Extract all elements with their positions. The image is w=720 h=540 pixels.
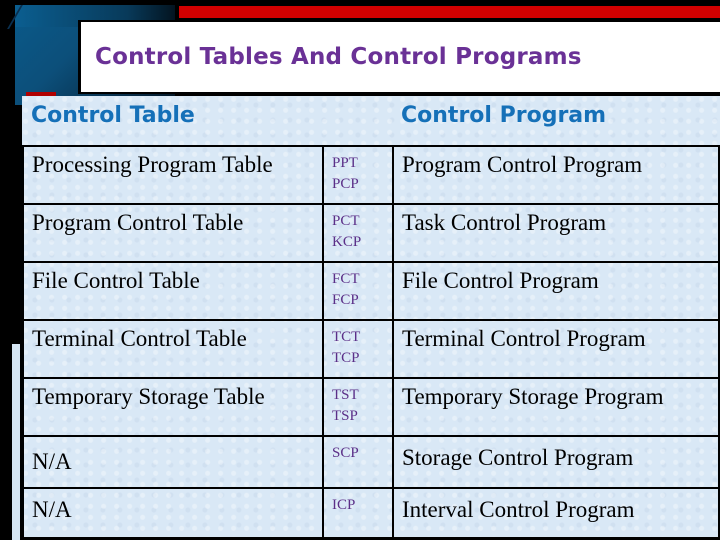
table-row: Processing Program Table PPT PCP Program … bbox=[22, 145, 720, 205]
cell-abbreviations: FCT FCP bbox=[322, 261, 394, 321]
cell-abbreviations: PPT PCP bbox=[322, 145, 394, 205]
header-control-table: Control Table bbox=[23, 96, 323, 147]
cell-control-program: File Control Program bbox=[392, 261, 720, 321]
decorative-red-bar bbox=[179, 6, 720, 18]
cell-abbreviations: SCP bbox=[322, 435, 394, 489]
cell-control-program: Task Control Program bbox=[392, 203, 720, 263]
table-row: N/A SCP Storage Control Program bbox=[22, 435, 720, 489]
cell-abbreviations: ICP bbox=[322, 487, 394, 539]
cell-control-table: Processing Program Table bbox=[22, 145, 324, 205]
control-table: Control Table Control Program Processing… bbox=[22, 96, 720, 539]
cell-control-program: Interval Control Program bbox=[392, 487, 720, 539]
table-row: Temporary Storage Table TST TSP Temporary… bbox=[22, 377, 720, 437]
cell-control-table: N/A bbox=[22, 435, 324, 489]
table-row: File Control Table FCT FCP File Control P… bbox=[22, 261, 720, 321]
cell-control-program: Temporary Storage Program bbox=[392, 377, 720, 437]
decorative-left-strip bbox=[12, 344, 20, 540]
table-row: Terminal Control Table TCT TCP Terminal C… bbox=[22, 319, 720, 379]
cell-control-table: Temporary Storage Table bbox=[22, 377, 324, 437]
cell-control-program: Storage Control Program bbox=[392, 435, 720, 489]
cell-abbreviations: TST TSP bbox=[322, 377, 394, 437]
slide-title: Control Tables And Control Programs bbox=[95, 44, 582, 70]
table-row: Program Control Table PCT KCP Task Contro… bbox=[22, 203, 720, 263]
cell-control-program: Terminal Control Program bbox=[392, 319, 720, 379]
cell-control-program: Program Control Program bbox=[392, 145, 720, 205]
cell-abbreviations: PCT KCP bbox=[322, 203, 394, 263]
title-box: Control Tables And Control Programs bbox=[78, 20, 720, 94]
cell-control-table: N/A bbox=[22, 487, 324, 539]
cell-control-table: File Control Table bbox=[22, 261, 324, 321]
header-control-program: Control Program bbox=[393, 96, 719, 147]
cell-control-table: Terminal Control Table bbox=[22, 319, 324, 379]
cell-abbreviations: TCT TCP bbox=[322, 319, 394, 379]
cell-control-table: Program Control Table bbox=[22, 203, 324, 263]
table-header-row: Control Table Control Program bbox=[23, 96, 719, 147]
header-abbreviations bbox=[323, 96, 393, 147]
table-row: N/A ICP Interval Control Program bbox=[22, 487, 720, 539]
